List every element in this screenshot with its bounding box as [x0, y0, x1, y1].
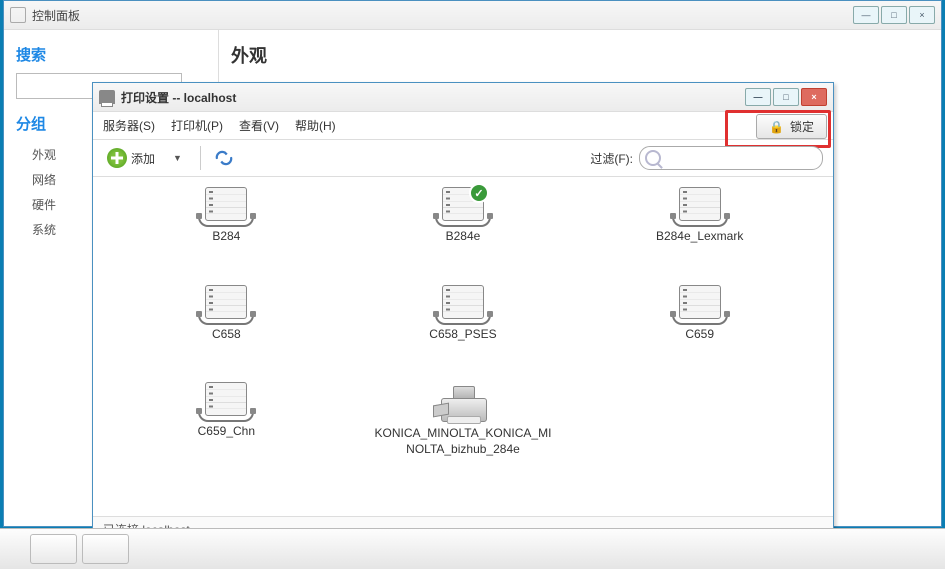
close-button[interactable]: × [909, 6, 935, 24]
menu-server[interactable]: 服务器(S) [103, 117, 155, 134]
menu-bar: 服务器(S) 打印机(P) 查看(V) 帮助(H) 🔒 锁定 [93, 112, 833, 140]
maximize-button[interactable]: □ [773, 88, 799, 106]
plus-icon [107, 148, 127, 168]
lock-button[interactable]: 🔒 锁定 [756, 114, 827, 139]
taskbar-button[interactable] [82, 534, 129, 564]
printer-label: C658_PSES [429, 327, 496, 343]
printer-label: B284e [446, 229, 481, 245]
print-server-icon [204, 285, 248, 323]
lock-icon: 🔒 [769, 120, 784, 134]
control-panel-icon [10, 7, 26, 23]
maximize-button[interactable]: □ [881, 6, 907, 24]
print-settings-titlebar[interactable]: 打印设置 -- localhost — □ × [93, 83, 833, 112]
printer-label: C659 [685, 327, 714, 343]
toolbar: 添加 ▼ 过滤(F): [93, 140, 833, 177]
filter-input[interactable] [639, 146, 823, 170]
printer-label: KONICA_MINOLTA_KONICA_MINOLTA_bizhub_284… [373, 426, 553, 457]
default-check-icon: ✓ [469, 183, 489, 203]
print-server-icon [678, 187, 722, 225]
printer-label: B284 [212, 229, 240, 245]
minimize-button[interactable]: — [745, 88, 771, 106]
search-icon [645, 150, 661, 166]
printer-item[interactable]: C658 [136, 285, 316, 343]
printer-list[interactable]: B284 ✓ B284e B284e_Lexmark C658 C658_PSES C659… [93, 177, 833, 527]
print-server-icon [204, 187, 248, 225]
taskbar-button[interactable] [30, 534, 77, 564]
menu-printer[interactable]: 打印机(P) [171, 117, 223, 134]
print-server-icon [204, 382, 248, 420]
printer-item[interactable]: C659 [610, 285, 790, 343]
menu-view[interactable]: 查看(V) [239, 117, 279, 134]
add-label: 添加 [131, 150, 155, 167]
lock-label: 锁定 [790, 118, 814, 135]
printer-device-icon [433, 382, 493, 422]
filter-label: 过滤(F): [590, 150, 633, 167]
print-server-icon [441, 285, 485, 323]
menu-help[interactable]: 帮助(H) [295, 117, 336, 134]
printer-label: C658 [212, 327, 241, 343]
printer-item[interactable]: B284e_Lexmark [610, 187, 790, 245]
print-settings-window: 打印设置 -- localhost — □ × 服务器(S) 打印机(P) 查看… [92, 82, 834, 542]
printer-icon [99, 90, 115, 104]
search-heading: 搜索 [16, 44, 206, 65]
window-title: 打印设置 -- localhost [121, 89, 236, 106]
printer-label: B284e_Lexmark [656, 229, 743, 245]
main-heading: 外观 [231, 42, 929, 68]
print-server-icon: ✓ [441, 187, 485, 225]
printer-item[interactable]: C659_Chn [136, 382, 316, 457]
refresh-button[interactable] [213, 149, 235, 167]
printer-item[interactable]: ✓ B284e [373, 187, 553, 245]
minimize-button[interactable]: — [853, 6, 879, 24]
separator [200, 146, 201, 170]
add-button[interactable]: 添加 [103, 146, 159, 170]
control-panel-titlebar[interactable]: 控制面板 — □ × [4, 1, 941, 30]
add-dropdown[interactable]: ▼ [167, 153, 188, 163]
printer-label: C659_Chn [198, 424, 255, 440]
printer-item[interactable]: C658_PSES [373, 285, 553, 343]
close-button[interactable]: × [801, 88, 827, 106]
printer-item[interactable]: KONICA_MINOLTA_KONICA_MINOLTA_bizhub_284… [373, 382, 553, 457]
taskbar[interactable] [0, 528, 945, 569]
printer-item[interactable]: B284 [136, 187, 316, 245]
control-panel-title: 控制面板 [32, 7, 80, 24]
print-server-icon [678, 285, 722, 323]
